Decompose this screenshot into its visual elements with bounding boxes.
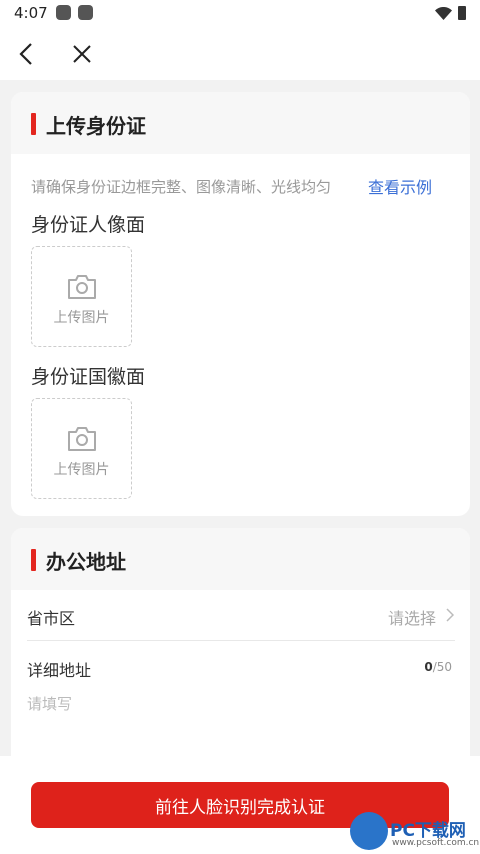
section-title: 上传身份证 — [46, 114, 146, 138]
front-side-upload[interactable]: 上传图片 — [31, 246, 132, 347]
back-side-upload[interactable]: 上传图片 — [31, 398, 132, 499]
back-side-label: 身份证国徽面 — [31, 366, 146, 388]
card-header: 办公地址 — [11, 528, 470, 590]
button-label: 前往人脸识别完成认证 — [155, 797, 325, 818]
view-example-link[interactable]: 查看示例 — [368, 174, 432, 198]
char-max: /50 — [432, 660, 452, 674]
chevron-right-icon — [446, 608, 454, 622]
region-row[interactable]: 省市区 请选择 — [11, 590, 470, 640]
char-count: 0 — [424, 660, 433, 674]
detail-address-input[interactable]: 请填写 — [11, 686, 470, 756]
close-icon — [73, 45, 91, 63]
id-card-section: 上传身份证 请确保身份证边框完整、图像清晰、光线均匀 查看示例 身份证人像面 上… — [11, 92, 470, 516]
notification-icon — [78, 5, 93, 20]
wifi-icon — [435, 6, 452, 20]
detail-address-placeholder: 请填写 — [27, 695, 73, 713]
notification-icon — [56, 5, 71, 20]
status-time: 4:07 — [14, 4, 48, 22]
watermark-logo — [350, 812, 388, 850]
camera-icon — [68, 275, 96, 299]
detail-address-label: 详细地址 — [27, 661, 92, 680]
region-select-value: 请选择 — [387, 609, 436, 628]
watermark-url: www.pcsoft.com.cn — [392, 838, 480, 848]
close-button[interactable] — [66, 38, 98, 70]
upload-hint: 请确保身份证边框完整、图像清晰、光线均匀 — [31, 178, 332, 196]
watermark: PC下载网 www.pcsoft.com.cn — [350, 808, 480, 854]
office-address-section: 办公地址 省市区 请选择 详细地址 0/50 请填写 — [11, 528, 470, 768]
card-header: 上传身份证 — [11, 92, 470, 154]
camera-icon — [68, 427, 96, 451]
upload-label: 上传图片 — [53, 310, 110, 326]
nav-bar — [0, 28, 480, 80]
battery-icon — [458, 6, 466, 20]
back-button[interactable] — [10, 38, 42, 70]
region-label: 省市区 — [27, 609, 76, 628]
status-bar: 4:07 — [0, 0, 480, 28]
front-side-label: 身份证人像面 — [31, 214, 146, 236]
status-icons — [435, 6, 466, 20]
back-icon — [19, 43, 32, 65]
title-accent-bar — [31, 549, 36, 571]
section-title: 办公地址 — [46, 550, 126, 574]
title-accent-bar — [31, 113, 36, 135]
char-counter: 0/50 — [424, 660, 452, 674]
divider — [27, 640, 455, 641]
upload-label: 上传图片 — [53, 462, 110, 478]
